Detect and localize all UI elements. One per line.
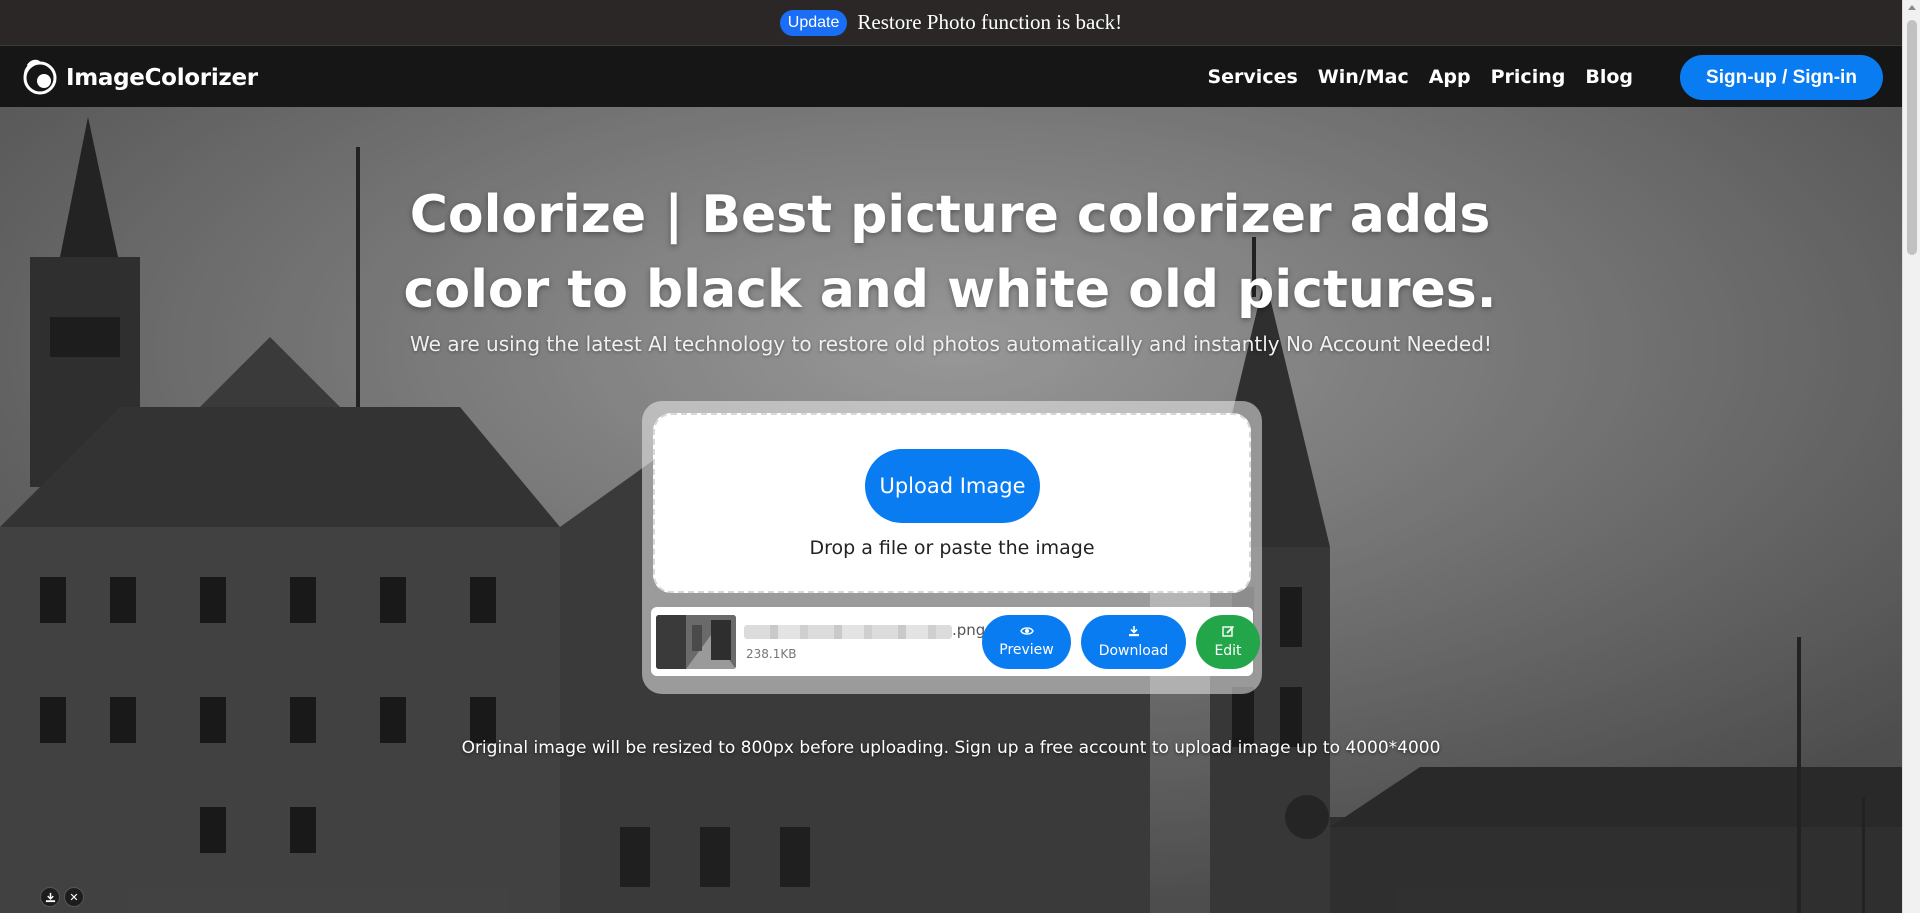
file-size: 238.1KB — [746, 647, 797, 661]
nav-item-pricing[interactable]: Pricing — [1491, 66, 1566, 88]
announcement-text[interactable]: Restore Photo function is back! — [857, 10, 1122, 35]
nav-item-services[interactable]: Services — [1207, 66, 1297, 88]
preview-button[interactable]: Preview — [982, 615, 1071, 669]
preview-label: Preview — [999, 642, 1054, 658]
brand-name: ImageColorizer — [66, 65, 258, 91]
edit-button[interactable]: Edit — [1196, 615, 1260, 669]
upload-image-button[interactable]: Upload Image — [865, 449, 1040, 523]
file-thumbnail[interactable] — [656, 615, 736, 669]
file-extension: .png — [952, 621, 986, 639]
download-label: Download — [1098, 643, 1169, 659]
colorizer-logo-icon — [20, 56, 60, 100]
scroll-up-arrow-icon[interactable] — [1908, 5, 1916, 10]
edit-label: Edit — [1214, 643, 1242, 659]
announcement-bar: Update Restore Photo function is back! — [0, 0, 1902, 46]
download-button[interactable]: Download — [1081, 615, 1186, 669]
download-icon[interactable] — [40, 887, 60, 907]
brand-logo[interactable]: ImageColorizer — [20, 56, 258, 100]
nav-item-blog[interactable]: Blog — [1585, 66, 1633, 88]
file-name-redacted — [744, 625, 952, 639]
navbar: ImageColorizer Services Win/Mac App Pric… — [0, 46, 1902, 107]
edit-icon — [1221, 625, 1235, 640]
drop-hint-text: Drop a file or paste the image — [809, 537, 1095, 559]
close-icon[interactable]: ✕ — [64, 887, 84, 907]
page-title: Colorize | Best picture colorizer adds c… — [403, 185, 1497, 320]
page-scrollbar[interactable] — [1902, 0, 1920, 913]
update-badge[interactable]: Update — [779, 9, 848, 36]
scrollbar-thumb[interactable] — [1907, 20, 1917, 255]
nav-item-win-mac[interactable]: Win/Mac — [1318, 66, 1409, 88]
download-icon — [1128, 625, 1140, 640]
nav-item-app[interactable]: App — [1429, 66, 1471, 88]
signin-button[interactable]: Sign-up / Sign-in — [1680, 55, 1883, 100]
page-subtitle: We are using the latest AI technology to… — [410, 332, 1492, 356]
eye-icon — [1019, 626, 1034, 639]
nav-links: Services Win/Mac App Pricing Blog — [1207, 46, 1633, 107]
resize-note: Original image will be resized to 800px … — [461, 738, 1441, 758]
floating-mini-controls: ✕ — [40, 887, 84, 907]
